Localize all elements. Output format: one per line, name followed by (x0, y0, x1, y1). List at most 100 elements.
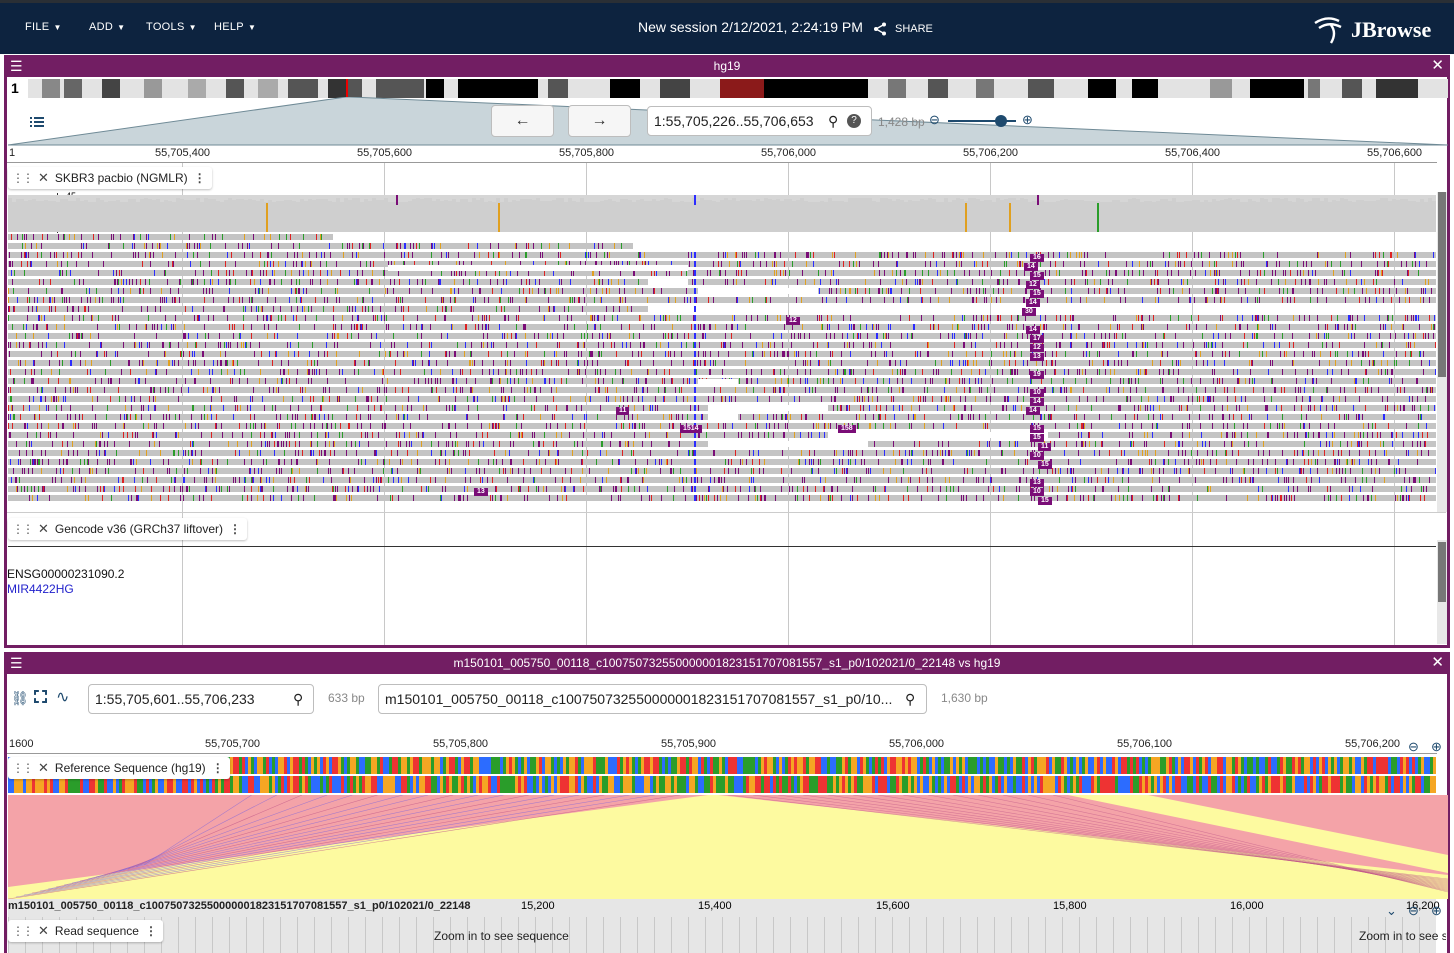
alignment-read[interactable] (8, 261, 1436, 267)
mismatch (1108, 261, 1109, 267)
mismatch (189, 234, 190, 240)
mismatch (1219, 270, 1220, 276)
mismatch (126, 279, 127, 285)
alignment-read[interactable] (8, 279, 1436, 285)
mismatch (129, 279, 130, 285)
mismatch (1194, 252, 1195, 258)
mismatch (884, 252, 885, 258)
mismatch (1303, 261, 1304, 267)
file-menu[interactable]: FILE ▼ (25, 21, 62, 33)
mismatch (1074, 279, 1075, 285)
mismatch (688, 252, 689, 258)
ideogram-band (1088, 79, 1116, 98)
mismatch (1045, 270, 1046, 276)
mismatch (774, 270, 775, 276)
mismatch (932, 279, 933, 285)
mismatch (358, 252, 359, 258)
mismatch (347, 243, 348, 249)
zoom-slider[interactable] (948, 120, 1016, 122)
mismatch (1263, 252, 1264, 258)
mismatch (1373, 279, 1374, 285)
mismatch (746, 270, 747, 276)
mismatch (356, 252, 357, 258)
pileup-reads[interactable]: 16 14 15 12 15 14 30 12 14 17 12 13 19 10 14 11 14 1514 15… (8, 234, 1436, 511)
mismatch (98, 270, 99, 276)
track-selector-icon[interactable] (29, 114, 45, 130)
mismatch (340, 270, 341, 276)
mismatch (944, 252, 945, 258)
ruler[interactable]: 1 55,705,400 55,705,600 55,705,800 55,706,00… (7, 145, 1437, 163)
close-view-icon[interactable]: ✕ (1431, 55, 1444, 77)
mismatch (1081, 252, 1082, 258)
mismatch (397, 243, 398, 249)
mismatch (720, 270, 721, 276)
mismatch (957, 279, 958, 285)
mismatch (1361, 261, 1362, 267)
alignment-read[interactable] (8, 243, 633, 249)
zoom-out-icon[interactable]: ⊖ (929, 112, 940, 128)
mismatch (959, 252, 960, 258)
ruler-tick-label: 55,705,400 (155, 147, 210, 159)
mismatch (66, 270, 67, 276)
mismatch (135, 252, 136, 258)
mismatch (320, 234, 321, 240)
mismatch (1421, 288, 1422, 294)
mismatch (1065, 279, 1066, 285)
mismatch (400, 243, 401, 249)
mismatch (718, 252, 719, 258)
mismatch (1009, 252, 1010, 258)
help-menu[interactable]: HELP ▼ (214, 21, 256, 33)
mismatch (259, 288, 260, 294)
alignment-read[interactable] (8, 270, 1436, 276)
zoom-slider-thumb[interactable] (995, 115, 1007, 127)
session-title[interactable]: New session 2/12/2021, 2:24:19 PM (638, 19, 863, 35)
mismatch (917, 279, 918, 285)
track-menu-icon[interactable]: ⋮ (194, 171, 206, 185)
mismatch (215, 234, 216, 240)
pan-right-button[interactable]: → (568, 105, 631, 137)
ideogram-band (928, 79, 948, 98)
chevron-down-icon: ▼ (117, 23, 125, 32)
alignment-read[interactable] (8, 252, 1436, 258)
share-icon (873, 22, 887, 36)
mismatch (316, 252, 317, 258)
close-track-icon[interactable]: ✕ (38, 170, 49, 186)
mismatch (1325, 261, 1326, 267)
zoom-in-icon[interactable]: ⊕ (1022, 112, 1033, 128)
add-menu[interactable]: ADD ▼ (89, 21, 125, 33)
mismatch (259, 261, 260, 267)
chromosome-ideogram[interactable] (28, 79, 1448, 98)
view-menu-icon[interactable]: ☰ (10, 55, 23, 77)
pan-left-button[interactable]: ← (491, 105, 554, 137)
mismatch (150, 261, 151, 267)
ideogram-band (660, 79, 690, 98)
mismatch (602, 243, 603, 249)
help-icon[interactable]: ? (847, 114, 861, 128)
search-icon[interactable]: ⚲ (828, 107, 838, 135)
mismatch (878, 261, 879, 267)
mismatch (11, 234, 12, 240)
tools-menu[interactable]: TOOLS ▼ (146, 21, 197, 33)
mismatch (1184, 261, 1185, 267)
mismatch (529, 279, 530, 285)
mismatch (526, 243, 527, 249)
mismatch (1157, 270, 1158, 276)
mismatch (63, 252, 64, 258)
mismatch (1020, 261, 1021, 267)
mismatch (28, 252, 29, 258)
mismatch (133, 252, 134, 258)
mismatch (1366, 288, 1367, 294)
mismatch (98, 234, 99, 240)
mismatch (533, 243, 534, 249)
location-search-input[interactable]: 1:55,705,226..55,706,653 ⚲ ? (647, 106, 872, 136)
mismatch (1340, 261, 1341, 267)
mismatch (1105, 252, 1106, 258)
coverage-plot[interactable] (8, 195, 1436, 232)
mismatch (1415, 261, 1416, 267)
drag-handle-icon[interactable]: ⋮⋮ (12, 171, 32, 185)
share-button[interactable]: SHARE (873, 22, 933, 36)
mismatch (1115, 270, 1116, 276)
mismatch (879, 270, 880, 276)
mismatch (1048, 252, 1049, 258)
mismatch (83, 243, 84, 249)
